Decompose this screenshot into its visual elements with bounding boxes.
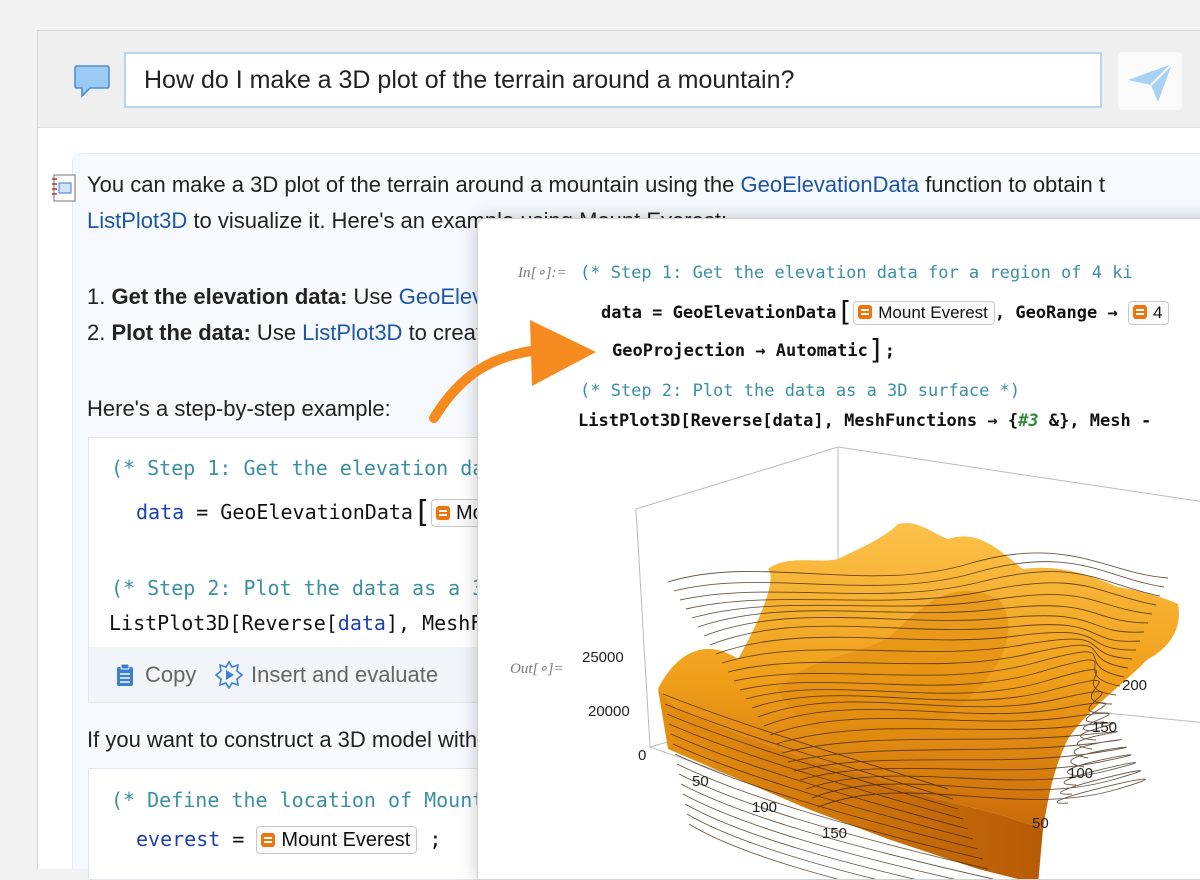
- copy-button[interactable]: Copy: [145, 662, 196, 688]
- code1-line4: ListPlot3D[Reverse[data], MeshF: [109, 611, 483, 635]
- entity-icon: [261, 833, 276, 847]
- x-tick-50: 50: [692, 773, 709, 790]
- geoelevationdata-link[interactable]: GeoElevationData: [741, 172, 920, 197]
- prompt-input[interactable]: How do I make a 3D plot of the terrain a…: [124, 52, 1102, 108]
- y-tick-200: 200: [1122, 677, 1148, 694]
- code2-comment: (* Define the location of Mount: [111, 788, 485, 812]
- code2-line2: everest = Mount Everest ;: [136, 826, 441, 854]
- x-tick-100: 100: [752, 799, 778, 816]
- x-tick-150: 150: [822, 825, 848, 842]
- code-block-2[interactable]: (* Define the location of Mount everest …: [88, 768, 530, 880]
- assistant-notebook-icon: [52, 174, 76, 202]
- send-button[interactable]: [1118, 52, 1182, 110]
- entity-mount-everest-2[interactable]: Mount Everest: [256, 826, 418, 854]
- z-tick-25000: 25000: [582, 649, 624, 666]
- entity-icon: [436, 506, 451, 520]
- listplot3d-link[interactable]: ListPlot3D: [87, 208, 187, 233]
- listplot3d-link-2[interactable]: ListPlot3D: [302, 320, 402, 345]
- y-tick-100: 100: [1068, 765, 1094, 782]
- code1-comment2: (* Step 2: Plot the data as a 3: [111, 576, 485, 600]
- y-tick-150: 150: [1092, 719, 1118, 736]
- clipboard-icon: [117, 663, 133, 686]
- z-tick-0: 0: [638, 747, 647, 764]
- send-icon: [1128, 63, 1173, 102]
- code1-comment1: (* Step 1: Get the elevation da: [111, 456, 485, 480]
- code-block-1[interactable]: (* Step 1: Get the elevation da data = G…: [88, 437, 530, 649]
- z-tick-20000: 20000: [588, 703, 630, 720]
- callout-arrow-icon: [429, 320, 596, 423]
- prompt-bar: How do I make a 3D plot of the terrain a…: [38, 31, 1200, 128]
- y-tick-50: 50: [1032, 815, 1049, 832]
- insert-evaluate-button[interactable]: Insert and evaluate: [251, 662, 438, 688]
- code1-line2: data = GeoElevationData[Mou: [136, 495, 502, 530]
- insert-evaluate-icon: [214, 660, 244, 690]
- step-intro-text: Here's a step-by-step example:: [87, 396, 391, 421]
- chat-bubble-icon: [74, 65, 110, 98]
- model-text: If you want to construct a 3D model with: [87, 727, 478, 752]
- answer-intro-line1: You can make a 3D plot of the terrain ar…: [87, 172, 1105, 197]
